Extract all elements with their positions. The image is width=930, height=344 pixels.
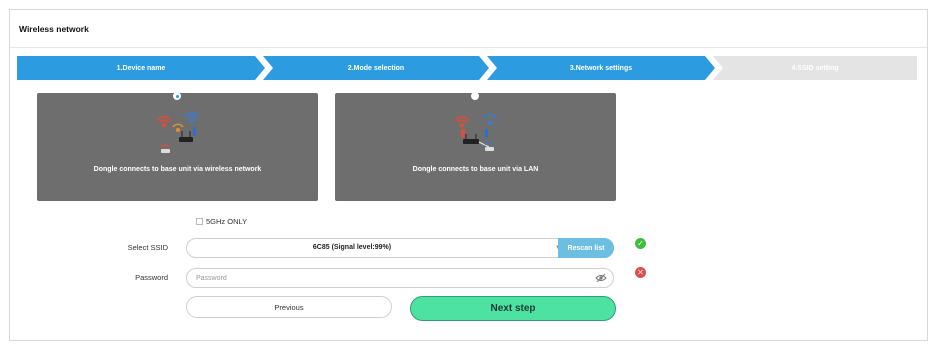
step-label: 4.SSID setting bbox=[791, 64, 839, 72]
only-5ghz-label: 5GHz ONLY bbox=[206, 217, 248, 226]
step-ssid-setting: 4.SSID setting bbox=[713, 56, 917, 80]
step-network-settings[interactable]: 3.Network settings bbox=[487, 56, 715, 80]
close-icon: ✕ bbox=[637, 268, 644, 277]
mode-label-lan: Dongle connects to base unit via LAN bbox=[412, 166, 539, 173]
password-field[interactable] bbox=[186, 268, 614, 288]
ssid-label: Select SSID bbox=[127, 243, 168, 252]
ssid-valid-icon: ✓ bbox=[635, 238, 646, 249]
wizard-steps: 1.Device name 2.Mode selection 3.Network… bbox=[17, 56, 917, 80]
password-error-icon: ✕ bbox=[635, 267, 646, 278]
previous-button[interactable]: Previous bbox=[186, 296, 392, 318]
only-5ghz-option[interactable]: 5GHz ONLY bbox=[196, 217, 247, 226]
mode-radio-lan[interactable] bbox=[471, 92, 479, 100]
mode-card-lan[interactable]: Dongle connects to base unit via LAN bbox=[335, 92, 616, 201]
title-divider bbox=[10, 47, 927, 48]
step-label: 1.Device name bbox=[116, 64, 166, 72]
check-icon: ✓ bbox=[637, 239, 644, 248]
lan-router-icon bbox=[454, 114, 498, 151]
mode-radio-wireless[interactable] bbox=[173, 92, 181, 100]
page-title: Wireless network bbox=[19, 24, 89, 34]
step-label: 3.Network settings bbox=[569, 64, 633, 72]
next-step-button[interactable]: Next step bbox=[410, 296, 616, 321]
ssid-select[interactable]: 6C85 (Signal level:99%) ▼ Rescan list bbox=[186, 238, 614, 258]
step-mode-selection[interactable]: 2.Mode selection bbox=[263, 56, 489, 80]
rescan-list-button[interactable]: Rescan list bbox=[558, 238, 614, 258]
only-5ghz-checkbox[interactable] bbox=[196, 218, 203, 225]
step-device-name[interactable]: 1.Device name bbox=[17, 56, 265, 80]
password-input[interactable] bbox=[196, 273, 576, 284]
mode-label-wireless: Dongle connects to base unit via wireles… bbox=[93, 166, 262, 173]
eye-off-icon[interactable] bbox=[595, 273, 607, 283]
mode-card-wireless[interactable]: Dongle connects to base unit via wireles… bbox=[37, 92, 318, 201]
wireless-router-icon bbox=[156, 112, 200, 153]
ssid-selected-value: 6C85 (Signal level:99%) bbox=[312, 244, 392, 251]
step-label: 2.Mode selection bbox=[347, 64, 405, 72]
password-label: Password bbox=[135, 273, 168, 282]
